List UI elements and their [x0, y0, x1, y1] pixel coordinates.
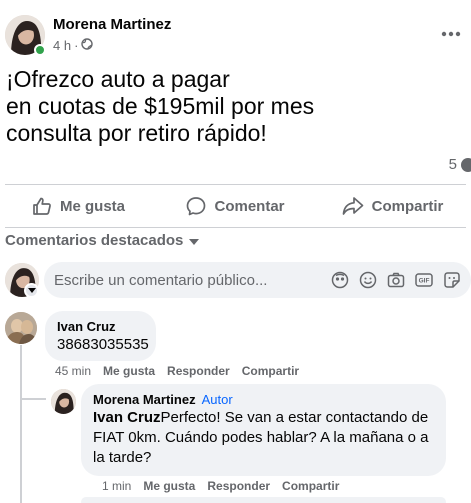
comment-bubble-icon [461, 157, 471, 172]
author-avatar[interactable] [5, 15, 46, 56]
share-button[interactable]: Compartir [314, 185, 471, 227]
comment-composer: Escribe un comentario público... GIF [0, 262, 471, 300]
camera-icon[interactable] [386, 270, 405, 289]
reply-actions: 1 min Me gusta Responder Compartir [102, 479, 339, 493]
comment-share-button[interactable]: Compartir [242, 364, 299, 378]
reply-bubble: Morena Martinez Autor Ivan CruzPerfecto! … [81, 384, 446, 476]
comment-count[interactable]: 5 [449, 156, 471, 173]
post-header: Morena Martinez 4 h · [0, 0, 471, 66]
post-action-bar: Me gusta Comentar Compartir [0, 185, 471, 227]
post-author-name[interactable]: Morena Martinez [53, 16, 171, 33]
more-options-icon[interactable] [439, 24, 463, 44]
sticker-icon[interactable] [442, 270, 461, 289]
comment-label: Comentar [214, 197, 285, 215]
comment-button[interactable]: Comentar [157, 185, 314, 227]
thread-line [20, 398, 46, 400]
comments-filter-dropdown[interactable]: Comentarios destacados [5, 232, 200, 249]
divider [5, 227, 466, 228]
comment-input-placeholder: Escribe un comentario público... [54, 272, 268, 289]
profile-switch-icon[interactable] [24, 283, 39, 298]
post-time[interactable]: 4 h [53, 38, 71, 53]
composer-icons: GIF [330, 270, 461, 289]
reply-text: Ivan CruzPerfecto! Se van a estar contac… [93, 408, 434, 468]
emoji-icon[interactable] [358, 270, 377, 289]
post-text: ¡Ofrezco auto a pagar en cuotas de $195m… [6, 66, 461, 147]
thread-line [20, 345, 22, 400]
comment-author[interactable]: Ivan Cruz [57, 319, 144, 335]
post-text-line: ¡Ofrezco auto a pagar [6, 66, 230, 92]
comment-icon [186, 196, 206, 216]
commenter-avatar[interactable] [5, 312, 37, 344]
share-icon [342, 196, 364, 216]
comment-text: 38683035535 [57, 336, 149, 353]
meta-separator: · [74, 38, 79, 53]
svg-text:GIF: GIF [418, 277, 429, 284]
next-reply-bubble [81, 497, 446, 503]
caret-down-icon [189, 232, 200, 249]
comment-input[interactable]: Escribe un comentario público... GIF [44, 262, 471, 298]
reply-like-button[interactable]: Me gusta [143, 479, 195, 493]
online-status-dot [34, 44, 46, 56]
reply-reply-button[interactable]: Responder [207, 479, 270, 493]
post-meta: 4 h · [53, 38, 94, 53]
comment-reply-button[interactable]: Responder [167, 364, 230, 378]
like-button[interactable]: Me gusta [0, 185, 157, 227]
post-text-line: consulta por retiro rápido! [6, 120, 267, 146]
post-text-line: en cuotas de $195mil por mes [6, 93, 315, 119]
comment-time[interactable]: 45 min [55, 364, 91, 378]
gif-icon[interactable]: GIF [414, 270, 433, 289]
thread-line [20, 398, 22, 503]
reply-author[interactable]: Morena Martinez [93, 392, 196, 407]
avatar-sticker-icon[interactable] [330, 270, 349, 289]
globe-icon [81, 38, 94, 53]
reply-author-line: Morena Martinez Autor [93, 392, 434, 408]
reply-share-button[interactable]: Compartir [282, 479, 339, 493]
share-label: Compartir [371, 197, 444, 215]
comment-actions: 45 min Me gusta Responder Compartir [55, 364, 299, 378]
comment-count-value: 5 [448, 156, 457, 173]
mention-link[interactable]: Ivan Cruz [93, 409, 161, 426]
thumbs-up-icon [32, 196, 52, 216]
comment-like-button[interactable]: Me gusta [103, 364, 155, 378]
author-badge: Autor [201, 392, 233, 407]
comments-filter-label: Comentarios destacados [5, 232, 184, 249]
comment-bubble: Ivan Cruz 38683035535 [45, 311, 156, 361]
reply-author-avatar[interactable] [51, 389, 76, 414]
like-label: Me gusta [59, 197, 125, 215]
reply-time[interactable]: 1 min [102, 479, 131, 493]
